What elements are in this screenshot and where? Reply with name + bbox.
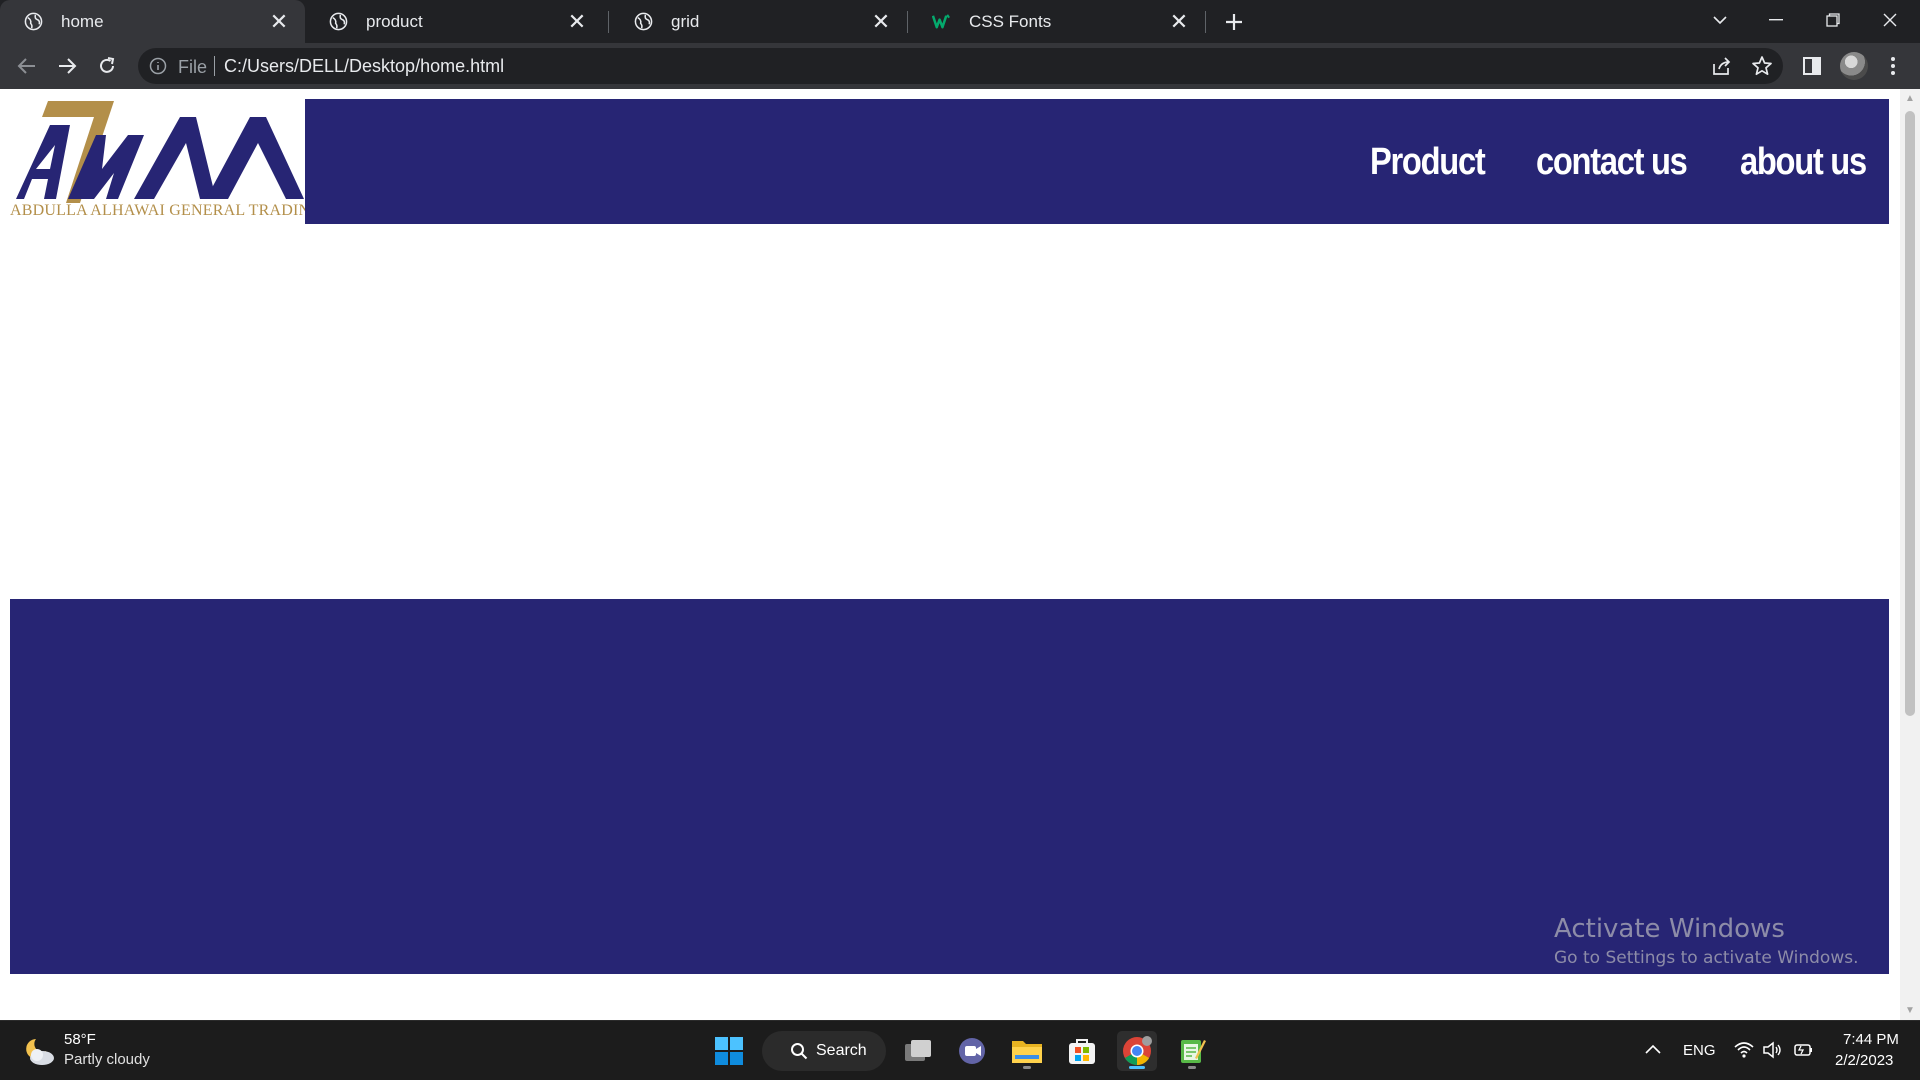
arrow-left-icon <box>17 58 35 74</box>
scroll-up-arrow-icon[interactable]: ▲ <box>1905 93 1915 104</box>
nav-link-about-us[interactable]: about us <box>1740 141 1867 184</box>
tab-css-fonts[interactable]: CSS Fonts ✕ <box>908 0 1205 43</box>
tab-grid[interactable]: grid ✕ <box>610 0 907 43</box>
running-indicator <box>1188 1066 1196 1069</box>
windows-activation-watermark: Activate Windows Go to Settings to activ… <box>1554 914 1859 968</box>
web-page: ABDULLA ALHAWAI GENERAL TRADING Product … <box>0 89 1900 1020</box>
task-view-icon <box>905 1040 931 1061</box>
watermark-title: Activate Windows <box>1554 914 1785 944</box>
watermark-subtitle: Go to Settings to activate Windows. <box>1554 948 1859 968</box>
tab-search-button[interactable] <box>1692 0 1748 40</box>
language-indicator[interactable]: ENG <box>1683 1042 1716 1059</box>
microsoft-store-button[interactable] <box>1062 1031 1102 1071</box>
running-indicator <box>1023 1066 1031 1069</box>
start-button[interactable] <box>709 1031 749 1071</box>
restore-button[interactable] <box>1805 0 1861 40</box>
close-icon[interactable]: ✕ <box>563 8 591 36</box>
weather-temperature: 58°F <box>64 1031 96 1048</box>
plus-icon <box>1226 14 1242 30</box>
globe-icon <box>634 12 653 31</box>
profile-avatar[interactable] <box>1840 52 1868 80</box>
minimize-icon <box>1769 19 1783 21</box>
tab-product[interactable]: product ✕ <box>305 0 603 43</box>
teams-chat-button[interactable] <box>952 1031 992 1071</box>
search-label: Search <box>816 1042 867 1059</box>
file-explorer-button[interactable] <box>1007 1031 1047 1071</box>
site-header-nav: Product contact us about us <box>305 99 1889 224</box>
share-icon[interactable] <box>1710 54 1734 78</box>
close-icon[interactable]: ✕ <box>265 8 293 36</box>
star-icon[interactable] <box>1750 54 1774 78</box>
chevron-up-icon[interactable] <box>1642 1039 1664 1061</box>
store-icon <box>1069 1039 1095 1064</box>
url-text[interactable]: C:/Users/DELL/Desktop/home.html <box>224 56 504 77</box>
w3schools-icon <box>932 14 950 29</box>
windows-taskbar: 58°F Partly cloudy Search ENG 7:44 PM 2/… <box>0 1020 1920 1080</box>
company-logo[interactable]: ABDULLA ALHAWAI GENERAL TRADING <box>10 99 323 224</box>
restore-icon <box>1826 13 1840 27</box>
active-indicator <box>1129 1066 1145 1069</box>
tab-home[interactable]: home ✕ <box>0 0 305 43</box>
partly-cloudy-night-icon[interactable] <box>22 1033 58 1069</box>
address-bar[interactable]: File C:/Users/DELL/Desktop/home.html <box>138 48 1783 84</box>
clock-time[interactable]: 7:44 PM <box>1843 1031 1899 1048</box>
minimize-button[interactable] <box>1748 0 1804 40</box>
chrome-button[interactable] <box>1117 1031 1157 1071</box>
tab-title: CSS Fonts <box>969 11 1052 31</box>
close-icon <box>1883 13 1897 27</box>
browser-tab-strip: home ✕ product ✕ grid ✕ CSS Fonts ✕ <box>0 0 1920 43</box>
weather-condition: Partly cloudy <box>64 1051 150 1068</box>
divider <box>214 56 215 76</box>
side-panel-button[interactable] <box>1796 50 1828 82</box>
side-panel-icon <box>1803 57 1821 75</box>
arrow-right-icon <box>59 58 77 74</box>
more-vertical-icon <box>1891 57 1895 75</box>
new-tab-button[interactable] <box>1218 6 1250 38</box>
clock-date[interactable]: 2/2/2023 <box>1835 1052 1893 1069</box>
task-view-button[interactable] <box>898 1031 938 1071</box>
close-icon[interactable]: ✕ <box>867 8 895 36</box>
awai-logo-mark <box>16 101 304 203</box>
wifi-icon[interactable] <box>1733 1039 1755 1061</box>
chrome-icon <box>1123 1036 1152 1065</box>
search-icon <box>791 1043 808 1060</box>
logo-tagline: ABDULLA ALHAWAI GENERAL TRADING <box>10 202 323 219</box>
globe-icon <box>24 12 43 31</box>
reload-button[interactable] <box>91 50 123 82</box>
battery-icon[interactable] <box>1792 1039 1814 1061</box>
scrollbar-thumb[interactable] <box>1905 111 1915 716</box>
tab-title: product <box>366 11 423 31</box>
vertical-scrollbar[interactable]: ▲ ▼ <box>1900 89 1920 1020</box>
back-button[interactable] <box>11 50 43 82</box>
chat-icon <box>959 1038 985 1064</box>
info-icon[interactable] <box>148 56 168 76</box>
chevron-down-icon <box>1713 16 1727 25</box>
menu-button[interactable] <box>1877 50 1909 82</box>
notepad-button[interactable] <box>1172 1031 1212 1071</box>
scroll-down-arrow-icon[interactable]: ▼ <box>1905 1005 1915 1016</box>
close-window-button[interactable] <box>1862 0 1918 40</box>
browser-toolbar: File C:/Users/DELL/Desktop/home.html <box>0 43 1920 89</box>
scheme-label: File <box>178 57 208 77</box>
tab-title: grid <box>671 11 700 31</box>
windows-logo-icon <box>715 1037 743 1065</box>
volume-icon[interactable] <box>1761 1039 1783 1061</box>
forward-button[interactable] <box>51 50 83 82</box>
notepad-icon <box>1181 1040 1206 1063</box>
close-icon[interactable]: ✕ <box>1165 8 1193 36</box>
globe-icon <box>329 12 348 31</box>
reload-icon <box>100 57 115 73</box>
tab-separator <box>608 11 609 33</box>
tab-title: home <box>61 11 104 31</box>
nav-link-contact-us[interactable]: contact us <box>1536 141 1688 184</box>
nav-link-product[interactable]: Product <box>1370 141 1486 184</box>
tab-separator <box>1205 11 1206 33</box>
folder-icon <box>1012 1041 1042 1063</box>
taskbar-search[interactable]: Search <box>762 1031 886 1071</box>
